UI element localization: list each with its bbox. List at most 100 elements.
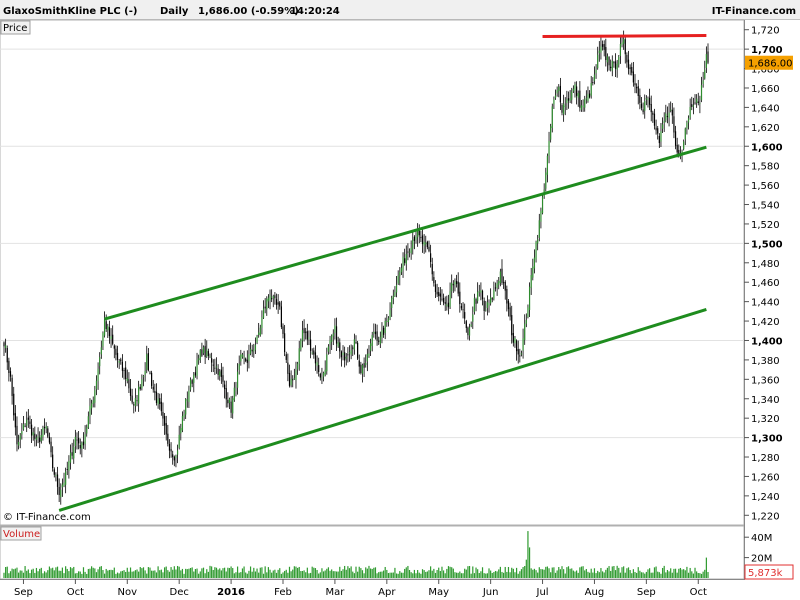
candle-body (613, 62, 615, 64)
candle-body (176, 450, 179, 455)
volume-bar (438, 567, 440, 578)
volume-bar (387, 573, 390, 578)
candle-body (460, 305, 463, 309)
candle-body (71, 452, 73, 456)
volume-bar (618, 567, 620, 578)
candle-body (295, 370, 297, 381)
candle-body (225, 388, 227, 400)
candle-body (532, 266, 534, 278)
candle-body (421, 235, 424, 245)
volume-bar (579, 567, 581, 578)
volume-bar (645, 571, 647, 578)
candle-body (691, 104, 693, 107)
volume-bar (449, 566, 451, 578)
volume-bar (692, 573, 695, 578)
candle-body (280, 306, 282, 327)
candle-body (340, 351, 343, 358)
volume-bar (189, 567, 192, 578)
candle-body (415, 236, 417, 240)
volume-bar (566, 567, 568, 578)
time-tick-label: Oct (690, 587, 707, 598)
volume-bar (342, 569, 344, 578)
volume-bar (655, 566, 657, 578)
candle-body (519, 355, 521, 357)
volume-bar (144, 570, 146, 578)
volume-bar (588, 572, 591, 578)
volume-bar (378, 572, 380, 578)
candle-body (381, 330, 383, 338)
volume-bar (180, 570, 182, 578)
candle-body (619, 43, 622, 57)
candle-body (694, 102, 696, 104)
candle-body (517, 349, 519, 355)
volume-bar (337, 571, 339, 578)
candle-body (697, 101, 699, 104)
volume-bar (50, 568, 52, 578)
volume-bar (507, 566, 510, 578)
candle-body (494, 287, 497, 289)
candle-body (27, 417, 29, 420)
volume-bar (451, 567, 453, 578)
candle-body (442, 297, 445, 303)
volume-bar (527, 531, 529, 578)
candle-body (329, 340, 331, 345)
volume-bar (475, 567, 477, 578)
candle-body (558, 86, 560, 92)
candle-body (188, 390, 190, 403)
volume-bar (587, 571, 589, 578)
volume-bar (558, 567, 560, 578)
volume-bar (142, 567, 145, 578)
volume-bar (517, 573, 519, 578)
candle-body (373, 331, 375, 334)
candle-body (658, 135, 660, 144)
volume-bar (225, 571, 227, 578)
candle-body (58, 486, 60, 496)
volume-bar (366, 568, 368, 578)
volume-bar (540, 569, 542, 578)
candle-body (224, 384, 226, 390)
candle-body (350, 350, 352, 355)
volume-bar (284, 570, 286, 578)
volume-bar (280, 573, 282, 578)
candle-body (134, 397, 136, 406)
volume-bar (705, 557, 707, 578)
volume-bar (650, 572, 652, 578)
resistance-line[interactable] (542, 34, 707, 39)
volume-bar (324, 570, 326, 578)
volume-bar (360, 568, 362, 578)
candle-body (564, 105, 566, 107)
volume-bar (623, 566, 625, 578)
candle-body (105, 321, 107, 330)
candle-body (400, 267, 403, 273)
time-tick-label: Apr (378, 587, 396, 598)
volume-bar (434, 572, 437, 578)
volume-bar (441, 566, 443, 578)
candle-body (655, 127, 657, 131)
candle-body (217, 368, 219, 375)
volume-bar (100, 566, 102, 578)
volume-bar (433, 568, 435, 578)
candle-body (339, 342, 341, 352)
volume-bar (193, 571, 195, 578)
volume-bar (532, 569, 534, 578)
candle-body (172, 454, 174, 458)
candle-body (699, 103, 701, 105)
volume-bar (546, 566, 549, 578)
volume-bar (27, 569, 29, 578)
candle-body (141, 379, 143, 389)
candle-body (465, 321, 467, 328)
candle-body (611, 60, 613, 71)
candle-body (159, 398, 161, 404)
candle-body (76, 439, 78, 441)
volume-bar (499, 566, 501, 578)
volume-bar (48, 566, 51, 578)
price-tick-label: 1,320 (751, 414, 780, 425)
candle-body (629, 67, 631, 69)
volume-bar (509, 572, 511, 578)
price-chart[interactable]: GlaxoSmithKline PLC (-) Daily 1,686.00 (… (0, 0, 800, 600)
volume-bar (86, 573, 88, 578)
candle-body (639, 95, 641, 103)
price-tick-label: 1,520 (751, 220, 780, 231)
candle-body (357, 342, 359, 359)
candle-body (305, 331, 307, 333)
